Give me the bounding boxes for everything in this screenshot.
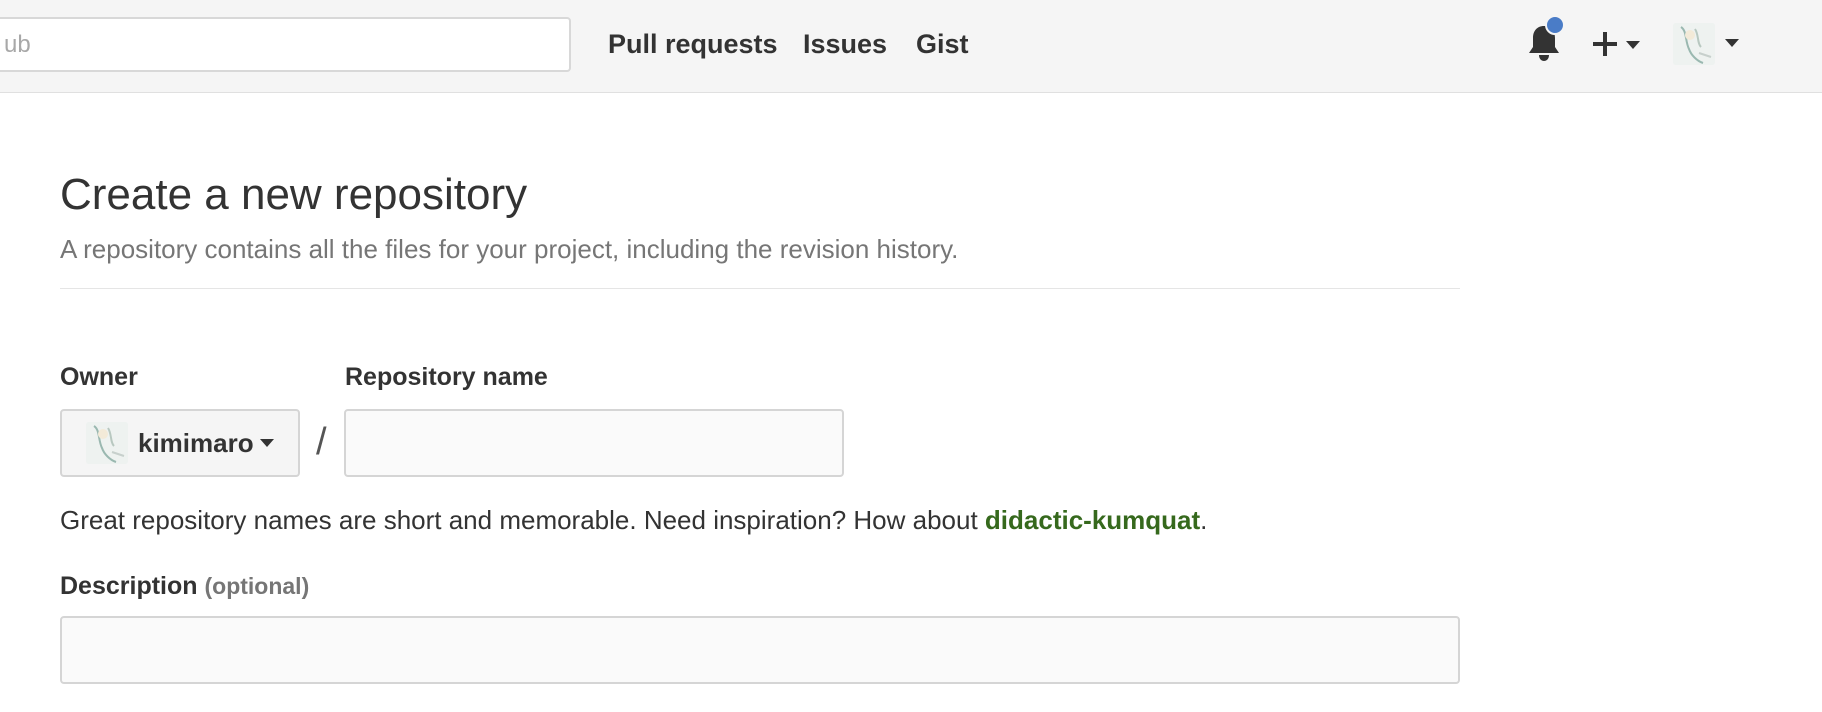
nav-issues[interactable]: Issues bbox=[803, 28, 887, 60]
repository-name-label: Repository name bbox=[345, 363, 548, 391]
divider bbox=[60, 288, 1460, 289]
chevron-down-icon bbox=[260, 439, 274, 447]
chevron-down-icon bbox=[1626, 41, 1640, 49]
nav-pull-requests[interactable]: Pull requests bbox=[608, 28, 778, 60]
owner-select[interactable]: kimimaro bbox=[60, 409, 300, 477]
description-input[interactable] bbox=[60, 616, 1460, 684]
chevron-down-icon bbox=[1725, 39, 1739, 47]
avatar bbox=[1673, 23, 1715, 65]
search-input[interactable] bbox=[0, 17, 571, 72]
nav-gist[interactable]: Gist bbox=[916, 28, 969, 60]
page-subtitle: A repository contains all the files for … bbox=[60, 234, 959, 264]
owner-name: kimimaro bbox=[138, 428, 254, 458]
repository-name-input[interactable] bbox=[344, 409, 844, 477]
notification-badge bbox=[1545, 15, 1565, 35]
optional-tag: (optional) bbox=[204, 573, 310, 599]
repository-name-hint: Great repository names are short and mem… bbox=[60, 503, 1207, 537]
hint-suffix: . bbox=[1200, 505, 1208, 535]
name-suggestion-link[interactable]: didactic-kumquat bbox=[985, 505, 1200, 535]
page-title: Create a new repository bbox=[60, 170, 528, 219]
hint-text: Great repository names are short and mem… bbox=[60, 505, 985, 535]
owner-avatar bbox=[86, 422, 128, 464]
user-menu-dropdown[interactable] bbox=[1673, 20, 1743, 70]
description-label: Description (optional) bbox=[60, 570, 309, 602]
top-header: Pull requests Issues Gist bbox=[0, 0, 1822, 93]
description-label-text: Description bbox=[60, 572, 198, 600]
owner-repo-separator: / bbox=[316, 421, 327, 463]
owner-label: Owner bbox=[60, 363, 138, 391]
plus-icon bbox=[1593, 32, 1617, 56]
create-new-dropdown[interactable] bbox=[1592, 24, 1646, 64]
